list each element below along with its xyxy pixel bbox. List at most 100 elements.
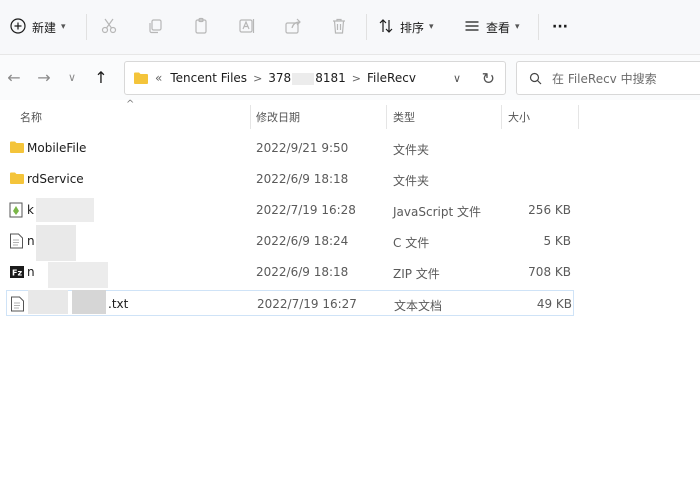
chevron-down-icon: ▾ (429, 22, 434, 32)
address-row: ← → ∨ ↑ « Tencent Files > 378 8181 > File… (0, 55, 700, 100)
chevron-down-icon: ▾ (61, 22, 66, 32)
paste-button[interactable] (192, 12, 210, 42)
file-name: n (27, 234, 35, 248)
column-divider[interactable] (250, 105, 251, 129)
view-button[interactable]: 查看 ▾ (464, 12, 520, 42)
svg-text:Fz: Fz (12, 269, 22, 278)
file-name: n (27, 265, 35, 279)
column-header: 名称 ^ 修改日期 类型 大小 (0, 99, 700, 131)
address-bar[interactable]: « Tencent Files > 378 8181 > FileRecv ∨ ↻ (124, 61, 506, 95)
text-file-icon (10, 296, 26, 312)
redaction-blur (48, 262, 108, 288)
file-type: JavaScript 文件 (393, 205, 481, 219)
more-options-button[interactable]: ··· (552, 12, 568, 42)
breadcrumb-separator: > (351, 71, 361, 85)
file-size: 49 KB (536, 297, 572, 311)
breadcrumb-account-part2: 8181 (315, 71, 346, 85)
refresh-icon[interactable]: ↻ (482, 69, 495, 88)
more-dots-icon: ··· (552, 19, 568, 35)
file-modified: 2022/7/19 16:28 (256, 203, 356, 217)
back-button[interactable]: ← (2, 65, 26, 89)
breadcrumb-separator: > (253, 71, 263, 85)
js-file-icon (9, 202, 25, 218)
share-icon (284, 17, 302, 38)
folder-icon (133, 71, 149, 85)
file-name: k (27, 203, 34, 217)
sort-label: 排序 (400, 20, 425, 35)
list-item[interactable]: MobileFile 2022/9/21 9:50 文件夹 (6, 135, 574, 161)
share-button[interactable] (284, 12, 302, 42)
redaction-blur (292, 72, 315, 85)
new-button[interactable]: 新建 ▾ (10, 12, 66, 42)
forward-button[interactable]: → (32, 65, 56, 89)
delete-button[interactable] (330, 12, 348, 42)
breadcrumb-overflow[interactable]: « (155, 71, 162, 85)
arrow-right-icon: → (37, 67, 51, 87)
file-modified: 2022/6/9 18:24 (256, 234, 349, 248)
column-name[interactable]: 名称 (20, 109, 42, 125)
search-box[interactable]: 在 FileRecv 中搜索 (516, 61, 700, 95)
command-bar: 新建 ▾ 排序 ▾ 查看 ▾ ··· (0, 0, 700, 55)
chevron-down-icon: ∨ (67, 70, 77, 84)
arrow-up-icon: ↑ (94, 67, 108, 87)
up-button[interactable]: ↑ (89, 65, 113, 89)
column-size[interactable]: 大小 (508, 109, 530, 125)
file-name: MobileFile (27, 141, 87, 155)
chevron-down-icon: ▾ (515, 22, 520, 32)
view-lines-icon (464, 18, 480, 37)
rename-icon (238, 17, 256, 38)
search-placeholder: 在 FileRecv 中搜索 (552, 71, 657, 86)
file-modified: 2022/6/9 18:18 (256, 172, 349, 186)
arrow-left-icon: ← (7, 67, 21, 87)
breadcrumb-account-part1: 378 (268, 71, 292, 85)
zip-file-icon: Fz (9, 264, 25, 280)
rename-button[interactable] (238, 12, 256, 42)
scissors-icon (100, 17, 118, 38)
toolbar-divider (86, 14, 87, 40)
toolbar-divider (538, 14, 539, 40)
column-type[interactable]: 类型 (393, 109, 415, 125)
sort-button[interactable]: 排序 ▾ (378, 12, 434, 42)
column-divider[interactable] (578, 105, 579, 129)
sort-indicator-icon: ^ (126, 99, 135, 110)
file-size: 256 KB (528, 203, 571, 217)
file-type: 文本文档 (394, 299, 443, 313)
file-type: C 文件 (393, 236, 430, 250)
redaction-blur (36, 225, 76, 261)
toolbar-divider (366, 14, 367, 40)
column-divider[interactable] (386, 105, 387, 129)
cut-button[interactable] (100, 12, 118, 42)
file-modified: 2022/6/9 18:18 (256, 265, 349, 279)
copy-button[interactable] (146, 12, 164, 42)
new-label: 新建 (32, 20, 57, 35)
list-item[interactable]: n 2022/6/9 18:24 C 文件 5 KB (6, 228, 574, 254)
folder-icon (9, 140, 25, 156)
column-modified[interactable]: 修改日期 (256, 109, 300, 125)
breadcrumb-filerecv[interactable]: FileRecv (367, 71, 416, 85)
trash-icon (330, 17, 348, 38)
sort-arrows-icon (378, 18, 394, 37)
folder-icon (9, 171, 25, 187)
list-item[interactable]: rdService 2022/6/9 18:18 文件夹 (6, 166, 574, 192)
breadcrumb-tencent-files[interactable]: Tencent Files (170, 71, 247, 85)
file-type: 文件夹 (393, 174, 430, 188)
copy-icon (146, 17, 164, 38)
view-label: 查看 (486, 20, 511, 35)
redaction-blur (28, 290, 68, 314)
file-size: 708 KB (528, 265, 571, 279)
file-modified: 2022/7/19 16:27 (257, 297, 357, 311)
search-icon (529, 72, 542, 85)
file-name: rdService (27, 172, 84, 186)
redaction-blur (72, 290, 106, 314)
plus-circle-icon (10, 17, 26, 37)
file-type: ZIP 文件 (393, 267, 440, 281)
column-divider[interactable] (501, 105, 502, 129)
address-dropdown-icon[interactable]: ∨ (453, 72, 461, 85)
clipboard-icon (192, 17, 210, 38)
breadcrumb-account[interactable]: 378 8181 (268, 71, 345, 85)
recent-locations-button[interactable]: ∨ (60, 65, 84, 89)
c-file-icon (9, 233, 25, 249)
file-size: 5 KB (543, 234, 571, 248)
file-name: .txt (108, 297, 129, 311)
file-modified: 2022/9/21 9:50 (256, 141, 349, 155)
